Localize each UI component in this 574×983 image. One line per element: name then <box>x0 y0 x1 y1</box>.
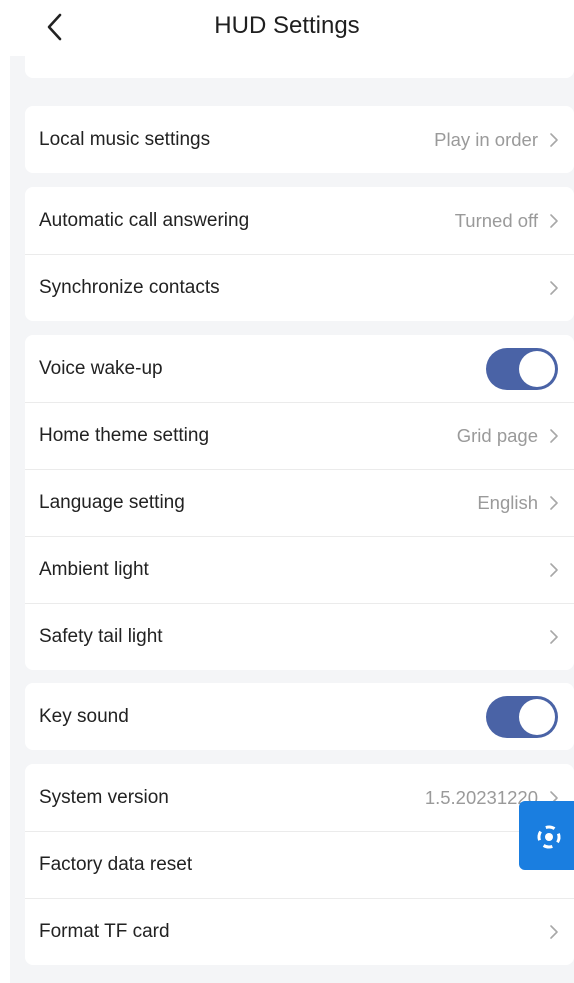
key-sound-toggle[interactable] <box>486 695 558 738</box>
general-settings-group: Voice wake-up Home theme setting Grid pa… <box>25 335 574 670</box>
row-label: Voice wake-up <box>39 357 163 379</box>
previous-group-bottom <box>25 56 574 78</box>
row-label: System version <box>39 786 169 808</box>
toggle-knob <box>519 698 555 735</box>
row-label: Format TF card <box>39 921 170 942</box>
row-label: Home theme setting <box>39 425 210 446</box>
row-label: Synchronize contacts <box>39 277 220 298</box>
lifebuoy-support-icon <box>537 825 561 849</box>
call-settings-group: Automatic call answering Turned off Sync… <box>25 187 574 321</box>
system-settings-group: System version 1.5.20231220 Factory data… <box>25 764 574 965</box>
chevron-right-icon <box>548 213 560 229</box>
voice-wake-up-row: Voice wake-up <box>25 335 574 402</box>
chevron-right-icon <box>548 428 560 444</box>
format-tf-card-row[interactable]: Format TF card <box>25 898 574 965</box>
row-label: Key sound <box>39 705 129 727</box>
row-label: Automatic call answering <box>39 209 250 231</box>
voice-wake-up-toggle[interactable] <box>486 347 558 390</box>
chevron-right-icon <box>548 280 560 296</box>
chevron-right-icon <box>548 924 560 940</box>
chevron-right-icon <box>548 495 560 511</box>
system-version-row[interactable]: System version 1.5.20231220 <box>25 764 574 831</box>
automatic-call-answering-row[interactable]: Automatic call answering Turned off <box>25 187 574 254</box>
chevron-right-icon <box>548 562 560 578</box>
header-bar: HUD Settings <box>0 0 574 56</box>
local-music-settings-row[interactable]: Local music settings Play in order <box>25 106 574 173</box>
ambient-light-row[interactable]: Ambient light <box>25 536 574 603</box>
page-title: HUD Settings <box>214 12 360 39</box>
row-value: Grid page <box>456 425 538 446</box>
home-theme-setting-row[interactable]: Home theme setting Grid page <box>25 402 574 469</box>
safety-tail-light-row[interactable]: Safety tail light <box>25 603 574 670</box>
row-value: Turned off <box>454 209 538 231</box>
toggle-knob <box>519 350 555 387</box>
synchronize-contacts-row[interactable]: Synchronize contacts <box>25 254 574 321</box>
row-label: Language setting <box>39 492 185 513</box>
row-label: Factory data reset <box>39 854 193 875</box>
chevron-right-icon <box>548 629 560 645</box>
key-sound-row: Key sound <box>25 683 574 750</box>
floating-support-button[interactable] <box>519 801 574 870</box>
music-settings-group: Local music settings Play in order <box>25 106 574 173</box>
language-setting-row[interactable]: Language setting English <box>25 469 574 536</box>
factory-data-reset-row[interactable]: Factory data reset <box>25 831 574 898</box>
row-value: English <box>477 492 538 513</box>
row-label: Safety tail light <box>39 626 163 647</box>
row-label: Ambient light <box>39 559 149 580</box>
row-label: Local music settings <box>39 128 211 150</box>
sound-settings-group: Key sound <box>25 683 574 750</box>
chevron-right-icon <box>548 132 560 148</box>
settings-list: Local music settings Play in order Autom… <box>10 56 574 983</box>
row-value: Play in order <box>434 128 538 150</box>
